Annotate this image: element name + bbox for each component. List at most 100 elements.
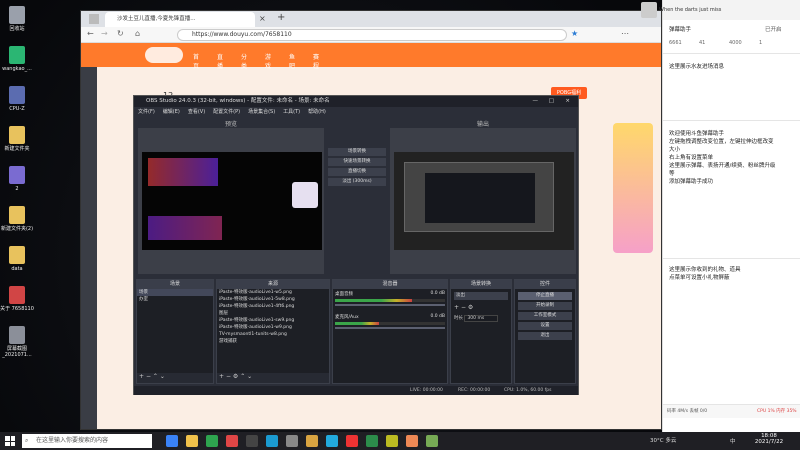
source-item[interactable]: TV-mysmaontl1-tunits-w8.png xyxy=(217,331,329,338)
new-tab-icon[interactable]: + xyxy=(277,12,285,23)
desktop-icon[interactable]: CPU-Z xyxy=(0,86,34,112)
close-icon[interactable]: × xyxy=(259,14,266,23)
source-item[interactable]: 图层 xyxy=(217,310,329,317)
ime-indicator[interactable]: 中 xyxy=(730,437,736,445)
weather-text[interactable]: 30°C 多云 xyxy=(650,436,676,444)
move-down-icon[interactable]: ⌄ xyxy=(247,373,252,380)
remove-icon[interactable]: − xyxy=(461,304,466,311)
transition-toolbar: + − ⚙ xyxy=(454,304,508,311)
taskbar-app-icon[interactable] xyxy=(246,435,258,447)
obs-menu-item[interactable]: 工具(T) xyxy=(283,109,300,115)
taskbar-app-icon[interactable] xyxy=(326,435,338,447)
obs-menu-item[interactable]: 查看(V) xyxy=(188,109,205,115)
control-button[interactable]: 停止直播 xyxy=(518,292,572,300)
source-item[interactable]: iPaste-特效版-audioLive1-sw9.png xyxy=(217,317,329,324)
add-icon[interactable]: + xyxy=(454,304,459,311)
obs-menu-item[interactable]: 编辑(E) xyxy=(163,109,180,115)
obs-menu-item[interactable]: 场景集合(S) xyxy=(248,109,275,115)
taskbar-app-icon[interactable] xyxy=(386,435,398,447)
volume-slider[interactable] xyxy=(335,327,445,329)
desktop-icon[interactable]: data xyxy=(0,246,34,272)
source-item[interactable]: iPaste-特效版-audioLive1-5w8.png xyxy=(217,296,329,303)
obs-menu-item[interactable]: 帮助(H) xyxy=(308,109,326,115)
volume-slider[interactable] xyxy=(335,304,445,306)
taskbar-app-icon[interactable] xyxy=(426,435,438,447)
taskbar-app-icon[interactable] xyxy=(406,435,418,447)
taskbar-app-icon[interactable] xyxy=(166,435,178,447)
site-nav-item[interactable]: 首页 xyxy=(193,52,199,70)
scene-item[interactable]: 场景 xyxy=(137,289,213,296)
site-nav-item[interactable]: 分类 xyxy=(241,52,247,70)
menu-icon[interactable]: ⋯ xyxy=(621,29,629,38)
add-icon[interactable]: + xyxy=(219,373,224,380)
transition-button[interactable]: 淡出 (300ms) xyxy=(328,178,386,186)
star-icon[interactable]: ★ xyxy=(571,29,578,38)
forward-icon[interactable]: → xyxy=(101,29,108,38)
taskbar-app-icon[interactable] xyxy=(186,435,198,447)
home-icon[interactable]: ⌂ xyxy=(135,29,140,38)
source-item[interactable]: iPaste-特效版-audioLive1-w5.png xyxy=(217,289,329,296)
back-icon[interactable]: ← xyxy=(87,29,94,38)
desktop-icon[interactable]: 关于 7658110 xyxy=(0,286,34,312)
transition-button[interactable]: 直播切换 xyxy=(328,168,386,176)
transition-button[interactable]: 快速场景转换 xyxy=(328,158,386,166)
maximize-icon[interactable]: □ xyxy=(549,96,554,107)
sidebar-icon[interactable] xyxy=(89,14,99,24)
preview-area[interactable] xyxy=(138,128,324,274)
remove-icon[interactable]: − xyxy=(226,373,231,380)
taskbar-app-icon[interactable] xyxy=(366,435,378,447)
control-button[interactable]: 工作室模式 xyxy=(518,312,572,320)
desktop-icon[interactable]: 回收站 xyxy=(0,6,34,32)
site-nav-item[interactable]: 赛程 xyxy=(313,52,319,70)
program-area[interactable] xyxy=(390,128,576,274)
browser-tab[interactable]: 沙发土豆儿直播,今夏先锋直播... xyxy=(105,12,255,27)
source-item[interactable]: iPaste-特效版-audioLive1-w9.png xyxy=(217,324,329,331)
side-ad-banner[interactable] xyxy=(613,123,653,253)
taskbar-app-icon[interactable] xyxy=(206,435,218,447)
clock-date: 2021/7/22 xyxy=(754,439,784,445)
desktop-icon[interactable]: 新建文件夹 xyxy=(0,126,34,152)
site-nav-item[interactable]: 鱼吧 xyxy=(289,52,295,70)
url-input[interactable]: https://www.douyu.com/7658110 xyxy=(177,29,567,41)
duration-input[interactable]: 300 ms xyxy=(464,315,499,322)
obs-menu-item[interactable]: 文件(F) xyxy=(138,109,155,115)
control-button[interactable]: 设置 xyxy=(518,322,572,330)
transition-button[interactable]: 场景转换 xyxy=(328,148,386,156)
move-up-icon[interactable]: ⌃ xyxy=(153,373,158,380)
site-nav-item[interactable]: 直播 xyxy=(217,52,223,70)
taskbar-app-icon[interactable] xyxy=(226,435,238,447)
reload-icon[interactable]: ↻ xyxy=(117,29,124,38)
obs-menu-item[interactable]: 配置文件(P) xyxy=(213,109,240,115)
desktop-icon[interactable]: wangkao_... xyxy=(0,46,34,72)
taskbar-search-input[interactable]: ⌕ 在这里输入你要搜索的内容 xyxy=(22,434,152,448)
close-icon[interactable]: × xyxy=(565,96,570,107)
taskbar-app-icon[interactable] xyxy=(306,435,318,447)
gear-icon[interactable]: ⚙ xyxy=(233,373,238,380)
site-nav-item[interactable]: 游戏 xyxy=(265,52,271,70)
windows-start-icon[interactable] xyxy=(5,436,15,446)
source-item[interactable]: 游戏捕获 xyxy=(217,338,329,345)
desktop-icon[interactable]: 屏幕截图_2021071... xyxy=(0,326,34,358)
transition-select[interactable]: 淡出 xyxy=(454,292,508,300)
move-down-icon[interactable]: ⌄ xyxy=(160,373,165,380)
remove-icon[interactable]: − xyxy=(146,373,151,380)
add-icon[interactable]: + xyxy=(139,373,144,380)
avatar[interactable] xyxy=(641,2,657,18)
minimize-icon[interactable]: — xyxy=(533,96,539,107)
chat-message: 这里展示弹幕、表扬开通/续费、粉丝牌升级 xyxy=(669,163,776,169)
taskbar-app-icon[interactable] xyxy=(266,435,278,447)
mixer-channel-header: 桌面音频 0.0 dB xyxy=(335,291,445,297)
gear-icon[interactable]: ⚙ xyxy=(468,304,473,311)
source-item[interactable]: iPaste-特效版-audioLive1-4ft6.png xyxy=(217,303,329,310)
control-button[interactable]: 退出 xyxy=(518,332,572,340)
scene-item[interactable]: 办室 xyxy=(137,296,213,303)
clock[interactable]: 18:08 2021/7/22 xyxy=(752,433,786,445)
taskbar-app-icon[interactable] xyxy=(286,435,298,447)
move-up-icon[interactable]: ⌃ xyxy=(240,373,245,380)
desktop-icon[interactable]: 2 xyxy=(0,166,34,192)
desktop-icon[interactable]: 新建文件夹(2) xyxy=(0,206,34,232)
taskbar-app-icon[interactable] xyxy=(346,435,358,447)
control-button[interactable]: 开始录制 xyxy=(518,302,572,310)
site-logo[interactable] xyxy=(145,47,183,63)
chat-tab[interactable]: 已开启 xyxy=(765,26,782,34)
